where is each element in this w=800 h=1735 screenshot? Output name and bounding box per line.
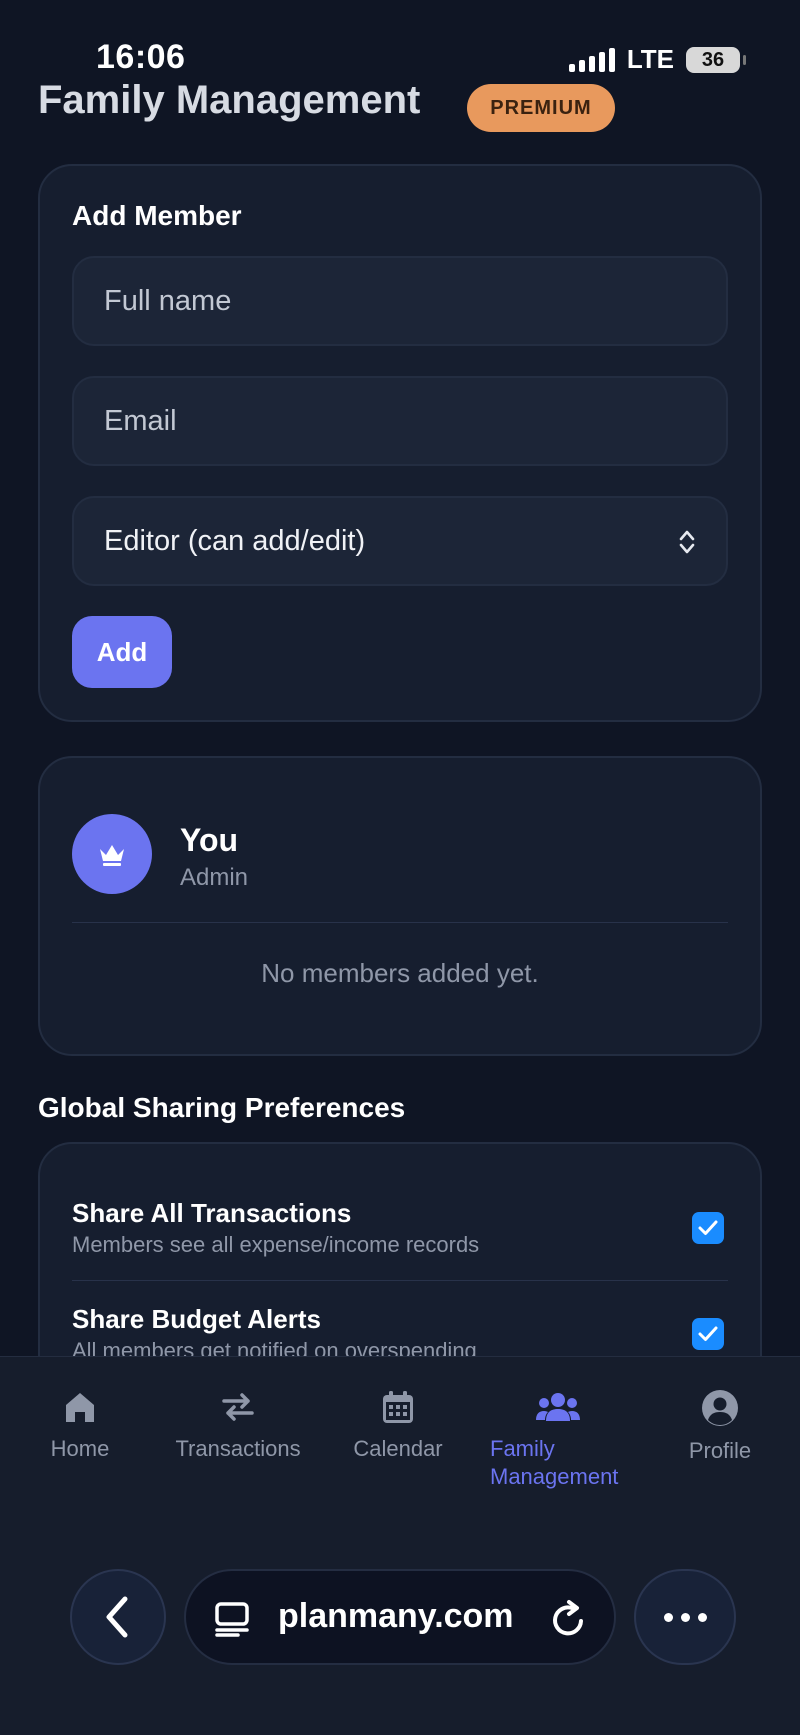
nav-transactions-label: Transactions xyxy=(175,1436,301,1461)
browser-back-button[interactable] xyxy=(70,1569,166,1665)
share-transactions-checkbox[interactable] xyxy=(692,1212,724,1244)
users-icon xyxy=(536,1393,580,1421)
home-icon xyxy=(66,1393,94,1422)
nav-family-management[interactable]: Family Management xyxy=(478,1389,638,1491)
members-card: You Admin No members added yet. xyxy=(38,756,762,1056)
divider xyxy=(72,1280,728,1281)
user-circle-icon xyxy=(702,1390,738,1426)
page-title: Family Management xyxy=(38,78,421,122)
dot xyxy=(697,1612,707,1622)
status-time: 16:06 xyxy=(96,38,186,76)
calendar-icon xyxy=(383,1391,413,1423)
nav-calendar[interactable]: Calendar xyxy=(318,1389,478,1463)
chevron-up-down-icon xyxy=(679,530,695,554)
checkmark-icon xyxy=(698,1220,718,1235)
empty-members-text: No members added yet. xyxy=(261,958,539,988)
status-indicators: LTE 36 xyxy=(568,44,746,75)
member-role: Admin xyxy=(180,864,249,891)
add-member-button[interactable]: Add xyxy=(72,616,172,688)
tabs-icon xyxy=(215,1602,249,1637)
role-select-value: Editor (can add/edit) xyxy=(104,524,366,557)
nav-home[interactable]: Home xyxy=(0,1389,160,1463)
email-placeholder: Email xyxy=(104,404,177,437)
signal-icon xyxy=(568,47,615,72)
full-name-placeholder: Full name xyxy=(104,284,232,317)
nav-profile-label: Profile xyxy=(688,1438,752,1463)
battery-icon: 36 xyxy=(686,46,746,73)
nav-family-management-label: Family Management xyxy=(490,1436,619,1489)
share-transactions-desc: Members see all expense/income records xyxy=(72,1232,480,1257)
divider xyxy=(72,922,728,923)
nav-profile[interactable]: Profile xyxy=(640,1389,800,1465)
nav-calendar-label: Calendar xyxy=(353,1436,443,1461)
add-member-card: Add Member Full name Email Editor (can a… xyxy=(38,164,762,722)
reload-icon[interactable] xyxy=(550,1599,588,1639)
browser-more-button[interactable] xyxy=(634,1569,736,1665)
transfer-icon xyxy=(222,1393,254,1421)
chevron-left-icon xyxy=(106,1596,128,1638)
member-name: You xyxy=(180,822,239,858)
battery-level: 36 xyxy=(701,48,725,71)
avatar xyxy=(72,814,152,894)
email-input[interactable]: Email xyxy=(72,376,728,466)
status-bar: 16:06 LTE 36 xyxy=(0,0,800,80)
full-name-input[interactable]: Full name xyxy=(72,256,728,346)
network-type: LTE xyxy=(626,44,674,74)
add-member-title: Add Member xyxy=(72,200,242,231)
dot xyxy=(663,1612,673,1622)
dot xyxy=(680,1612,690,1622)
share-budget-alerts-title: Share Budget Alerts xyxy=(72,1304,321,1334)
nav-transactions[interactable]: Transactions xyxy=(158,1389,318,1463)
nav-home-label: Home xyxy=(50,1436,110,1461)
crown-icon xyxy=(100,845,124,866)
browser-url: planmany.com xyxy=(278,1597,514,1635)
share-transactions-title: Share All Transactions xyxy=(72,1198,352,1228)
role-select[interactable]: Editor (can add/edit) xyxy=(72,496,728,586)
checkmark-icon xyxy=(698,1326,718,1341)
browser-url-bar[interactable]: planmany.com xyxy=(184,1569,616,1665)
share-budget-alerts-checkbox[interactable] xyxy=(692,1318,724,1350)
premium-badge: PREMIUM xyxy=(467,84,615,132)
sharing-section-title: Global Sharing Preferences xyxy=(38,1092,406,1123)
bottom-nav: Home Transactions Calendar Family Manage… xyxy=(0,1356,800,1735)
